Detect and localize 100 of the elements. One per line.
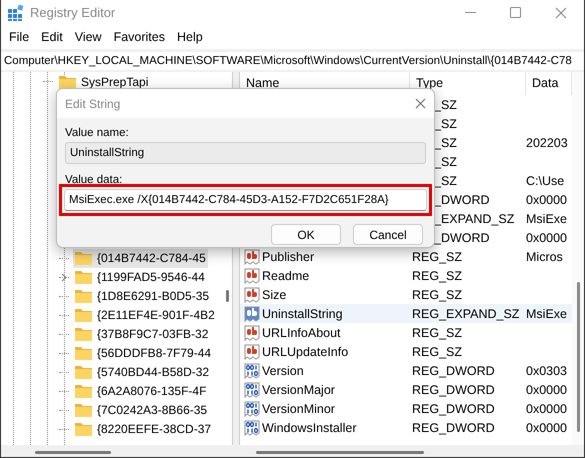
field-label: Value name: [65,126,129,141]
folder-icon [75,365,92,379]
value-type: REG_DWORD [412,364,495,378]
value-name: Size [262,288,286,302]
close-icon[interactable] [555,6,567,18]
string-value-icon [244,344,260,360]
value-data-field[interactable]: MsiExec.exe /X{014B7442-C784-45D3-A152-F7D2C651F28A} [64,189,427,211]
scrollbar-thumb[interactable] [256,450,424,454]
value-row[interactable]: Readme REG_SZ [240,266,572,285]
value-type: REG_SZ [412,344,462,358]
value-type: _SZ [434,136,457,150]
value-name: VersionMinor [262,402,335,416]
value-type: REG_DWORD [412,420,495,434]
value-name-field[interactable]: UninstallString [65,142,426,164]
value-type: REG_EXPAND_SZ [412,306,520,320]
value-data: 0x0000 [526,382,568,396]
value-name: Readme [262,268,310,282]
value-row[interactable]: UninstallString REG_EXPAND_SZ MsiExe [240,304,572,323]
folder-icon [75,270,92,284]
scrollbar-thumb[interactable] [35,450,111,454]
tree-item[interactable]: {2E11EF4E-901F-4B2 [73,306,217,324]
value-name: Publisher [262,250,314,264]
value-type: _EXPAND_SZ [434,212,514,226]
tree-item[interactable]: {56DDDFB8-7F79-44 [73,344,214,362]
value-name: Version [262,364,304,378]
value-row[interactable]: URLInfoAbout REG_SZ [240,323,572,342]
folder-icon [75,422,92,436]
string-value-icon [244,324,260,340]
folder-icon [75,289,92,303]
binary-value-icon [244,400,260,416]
value-data: Micros [526,250,563,264]
value-data: MsiExe [526,212,567,226]
menu-item[interactable]: View [68,30,108,44]
cancel-button[interactable]: Cancel [353,224,423,245]
registry-editor-icon [8,4,24,20]
tree-item[interactable]: {014B7442-C784-45 [73,248,208,268]
folder-icon [59,74,76,88]
menu-item[interactable]: Help [170,30,209,44]
field-label: Value data: [65,173,122,188]
scrollbar-thumb[interactable] [226,290,229,302]
value-name: UninstallString [262,306,343,320]
value-row[interactable]: WindowsInstaller REG_DWORD 0x0000 [240,418,572,437]
value-type: _DWORD [434,230,490,244]
value-type: REG_DWORD [412,382,495,396]
value-type: REG_SZ [412,288,462,302]
value-data: 202203 [526,136,568,150]
value-row[interactable]: VersionMinor REG_DWORD 0x0000 [240,399,572,418]
tree-item[interactable]: {7C0242A3-8B66-35 [73,400,210,420]
folder-icon [75,327,92,341]
folder-icon [75,251,92,265]
value-type: _SZ [434,116,457,130]
scrollbar-thumb[interactable] [577,282,580,432]
folder-icon [75,384,92,398]
tree-item[interactable]: {8220EEFE-38CD-37 [73,420,214,438]
binary-value-icon [244,382,260,398]
value-row[interactable]: Size REG_SZ [240,285,572,304]
tree-item[interactable]: {5740BD44-B58D-32 [73,362,212,382]
tree-item[interactable]: {37B8F9C7-03FB-32 [73,324,210,344]
string-value-icon [244,306,260,322]
menu-item[interactable]: File [3,30,36,44]
value-row[interactable]: VersionMajor REG_DWORD 0x0000 [240,380,572,399]
expand-icon[interactable] [61,272,67,282]
value-name: URLInfoAbout [262,326,341,340]
value-type: _DWORD [434,192,490,206]
value-data: MsiExe [526,306,567,320]
ok-button[interactable]: OK [271,224,341,245]
folder-icon [75,308,92,322]
value-type: REG_DWORD [412,402,495,416]
value-data: 0x0000 [526,230,568,244]
value-name: WindowsInstaller [262,420,356,434]
tree-item[interactable]: {6A2A8076-135F-4F [73,382,208,400]
value-data: C:\Use [526,174,564,188]
folder-icon [75,403,92,417]
close-icon[interactable] [415,98,426,109]
value-type: _SZ [434,174,457,188]
value-type: REG_SZ [412,268,462,282]
value-row[interactable]: URLUpdateInfo REG_SZ [240,342,572,361]
binary-value-icon [244,362,260,378]
value-data: 0x0000 [526,192,568,206]
menu-item[interactable]: Edit [35,30,69,44]
menu-item[interactable]: Favorites [108,30,171,44]
value-row[interactable]: Publisher REG_SZ Micros [240,247,572,266]
maximize-icon[interactable] [510,6,521,18]
address-bar[interactable]: Computer\HKEY_LOCAL_MACHINE\SOFTWARE\Microsoft\Windows\CurrentVersion\Uninstall\{014B7442-C78 [1,52,584,70]
value-data: 0x0303 [526,364,568,378]
tree-item[interactable]: {1D8E6291-B0D5-35 [73,286,212,306]
value-data: 0x0000 [526,402,568,416]
value-name: URLUpdateInfo [262,344,348,358]
value-type: _SZ [434,98,457,112]
value-type: REG_SZ [412,326,462,340]
value-type: _SZ [434,154,457,168]
binary-value-icon [244,420,260,436]
value-data: 0x0000 [526,420,568,434]
folder-icon [75,346,92,360]
tree-item[interactable]: {1199FAD5-9546-44 [73,268,207,286]
value-row[interactable]: Version REG_DWORD 0x0303 [240,361,572,380]
dialog-title: Edit String [65,96,120,110]
value-name: VersionMajor [262,382,335,396]
string-value-icon [244,268,260,284]
tree-item[interactable]: SysPrepTapi [57,72,150,91]
